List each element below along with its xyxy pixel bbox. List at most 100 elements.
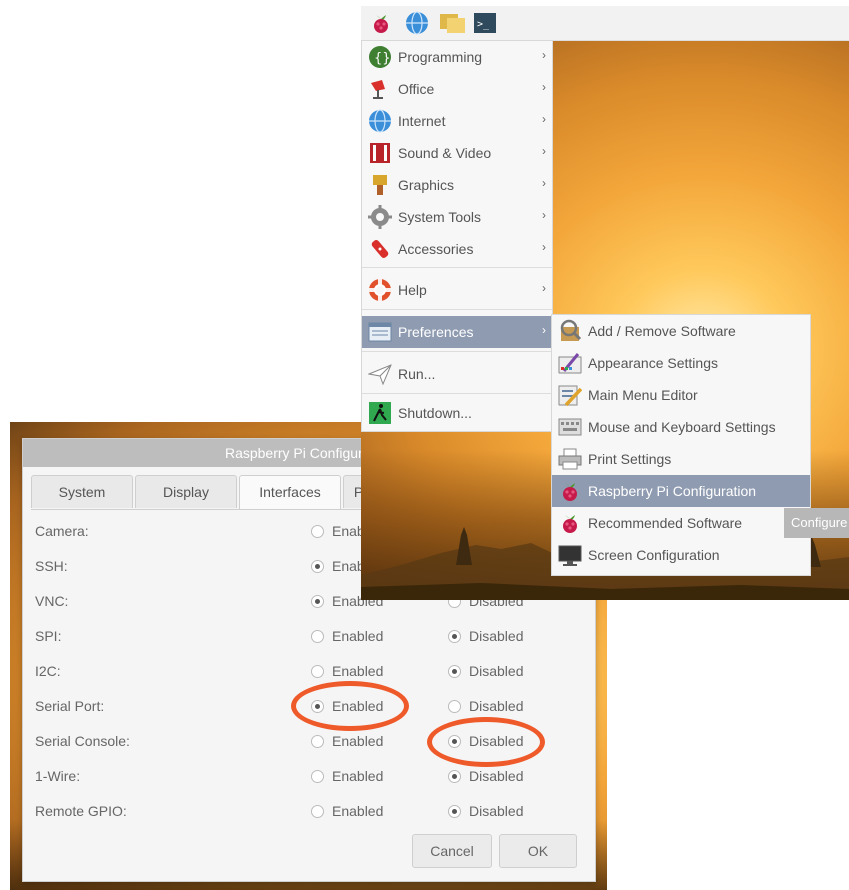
disabled-radio[interactable]: Disabled xyxy=(448,662,523,680)
submenu-arrow-icon: › xyxy=(542,112,546,126)
enabled-radio[interactable]: Enabled xyxy=(311,802,383,820)
interface-label: SPI: xyxy=(35,628,62,644)
menu-item-shutdown[interactable]: Shutdown... xyxy=(362,397,552,429)
menu-item-label: Shutdown... xyxy=(398,405,472,421)
enabled-label: Enabled xyxy=(332,628,384,644)
radio-icon xyxy=(311,769,324,783)
submenu-arrow-icon: › xyxy=(542,323,546,337)
menu-item-label: System Tools xyxy=(398,209,481,225)
enabled-radio[interactable]: Enabled xyxy=(311,627,383,645)
ok-button[interactable]: OK xyxy=(499,834,577,868)
appearance-settings-icon xyxy=(558,353,582,374)
disabled-label: Disabled xyxy=(469,628,524,644)
radio-icon xyxy=(311,804,324,818)
menu-item-accessories[interactable]: Accessories › xyxy=(362,233,552,265)
terminal-glyph: >_ xyxy=(477,19,490,30)
interface-label: I2C: xyxy=(35,663,61,679)
radio-icon xyxy=(448,769,461,783)
interface-label: Camera: xyxy=(35,523,89,539)
enabled-label: Enabled xyxy=(332,733,384,749)
submenu-item-label: Screen Configuration xyxy=(588,547,720,563)
disabled-label: Disabled xyxy=(469,663,524,679)
interface-row-i2c: I2C: Enabled Disabled xyxy=(35,654,585,689)
interface-row-spi: SPI: Enabled Disabled xyxy=(35,619,585,654)
disabled-label: Disabled xyxy=(469,768,524,784)
menu-item-label: Programming xyxy=(398,49,483,65)
screen-configuration-icon xyxy=(558,545,582,566)
radio-icon xyxy=(311,664,324,678)
submenu-item-recommended-software[interactable]: Recommended Software xyxy=(552,507,810,539)
help-icon xyxy=(369,279,391,301)
preferences-submenu: Add / Remove Software Appearance Setting… xyxy=(551,314,811,576)
tab-display[interactable]: Display xyxy=(135,475,237,508)
interface-label: Serial Port: xyxy=(35,698,105,714)
menu-item-help[interactable]: Help › xyxy=(362,274,552,306)
enabled-label: Enabled xyxy=(332,663,384,679)
submenu-item-screen-configuration[interactable]: Screen Configuration xyxy=(552,539,810,571)
enabled-label: Enabled xyxy=(332,768,384,784)
enabled-radio[interactable]: Enabled xyxy=(311,732,383,750)
web-browser-icon[interactable] xyxy=(405,11,429,35)
taskbar: >_ xyxy=(361,6,849,41)
submenu-item-mouse-keyboard-settings[interactable]: Mouse and Keyboard Settings xyxy=(552,411,810,443)
submenu-arrow-icon: › xyxy=(542,80,546,94)
disabled-radio[interactable]: Disabled xyxy=(448,627,523,645)
interface-row-remote-gpio: Remote GPIO: Enabled Disabled xyxy=(35,794,585,829)
disabled-radio[interactable]: Disabled xyxy=(448,767,523,785)
submenu-item-main-menu-editor[interactable]: Main Menu Editor xyxy=(552,379,810,411)
menu-item-graphics[interactable]: Graphics › xyxy=(362,169,552,201)
submenu-arrow-icon: › xyxy=(542,240,546,254)
menu-item-sound-video[interactable]: Sound & Video › xyxy=(362,137,552,169)
main-menu: {} Programming › Office › Internet › Sou… xyxy=(361,40,553,432)
accessories-icon xyxy=(371,239,389,259)
disabled-radio[interactable]: Disabled xyxy=(448,802,523,820)
interface-label: Serial Console: xyxy=(35,733,130,749)
disabled-radio[interactable]: Disabled xyxy=(448,697,523,715)
internet-icon xyxy=(369,109,391,133)
file-manager-icon[interactable] xyxy=(439,11,467,35)
submenu-arrow-icon: › xyxy=(542,144,546,158)
menu-item-internet[interactable]: Internet › xyxy=(362,105,552,137)
raspberry-icon xyxy=(563,483,577,501)
raspberry-icon[interactable] xyxy=(369,11,393,35)
preferences-icon xyxy=(368,322,392,342)
menu-item-office[interactable]: Office › xyxy=(362,73,552,105)
mouse-keyboard-icon xyxy=(558,418,582,436)
radio-icon xyxy=(311,629,324,643)
submenu-arrow-icon: › xyxy=(542,208,546,222)
office-icon xyxy=(371,80,385,99)
submenu-arrow-icon: › xyxy=(542,281,546,295)
submenu-item-label: Print Settings xyxy=(588,451,672,467)
radio-icon xyxy=(448,664,461,678)
menu-item-programming[interactable]: {} Programming › xyxy=(362,41,552,73)
submenu-item-appearance-settings[interactable]: Appearance Settings xyxy=(552,347,810,379)
graphics-icon xyxy=(373,175,387,195)
menu-item-run[interactable]: Run... xyxy=(362,358,552,390)
print-settings-icon xyxy=(558,448,582,470)
tab-system[interactable]: System xyxy=(31,475,133,508)
menu-item-label: Internet xyxy=(398,113,446,129)
tab-interfaces[interactable]: Interfaces xyxy=(239,475,341,510)
terminal-icon[interactable]: >_ xyxy=(473,11,497,35)
cancel-button[interactable]: Cancel xyxy=(412,834,492,868)
submenu-item-print-settings[interactable]: Print Settings xyxy=(552,443,810,475)
tooltip: Configure xyxy=(784,508,849,538)
enabled-radio[interactable]: Enabled xyxy=(311,767,383,785)
run-icon xyxy=(368,364,392,386)
submenu-item-add-remove-software[interactable]: Add / Remove Software xyxy=(552,315,810,347)
disabled-label: Disabled xyxy=(469,803,524,819)
menu-item-preferences[interactable]: Preferences › xyxy=(362,316,552,348)
radio-icon xyxy=(448,629,461,643)
submenu-item-raspberry-pi-configuration[interactable]: Raspberry Pi Configuration xyxy=(552,475,810,507)
disabled-label: Disabled xyxy=(469,698,524,714)
highlight-ring-serial-console xyxy=(427,717,545,767)
menu-item-label: Graphics xyxy=(398,177,455,193)
menu-item-label: Run... xyxy=(398,366,436,382)
sound-video-icon xyxy=(370,143,390,163)
programming-icon: {} xyxy=(369,46,391,68)
raspberry-icon xyxy=(563,515,577,533)
menu-separator xyxy=(362,393,552,394)
system-tools-icon xyxy=(368,205,392,229)
enabled-radio[interactable]: Enabled xyxy=(311,662,383,680)
menu-item-system-tools[interactable]: System Tools › xyxy=(362,201,552,233)
